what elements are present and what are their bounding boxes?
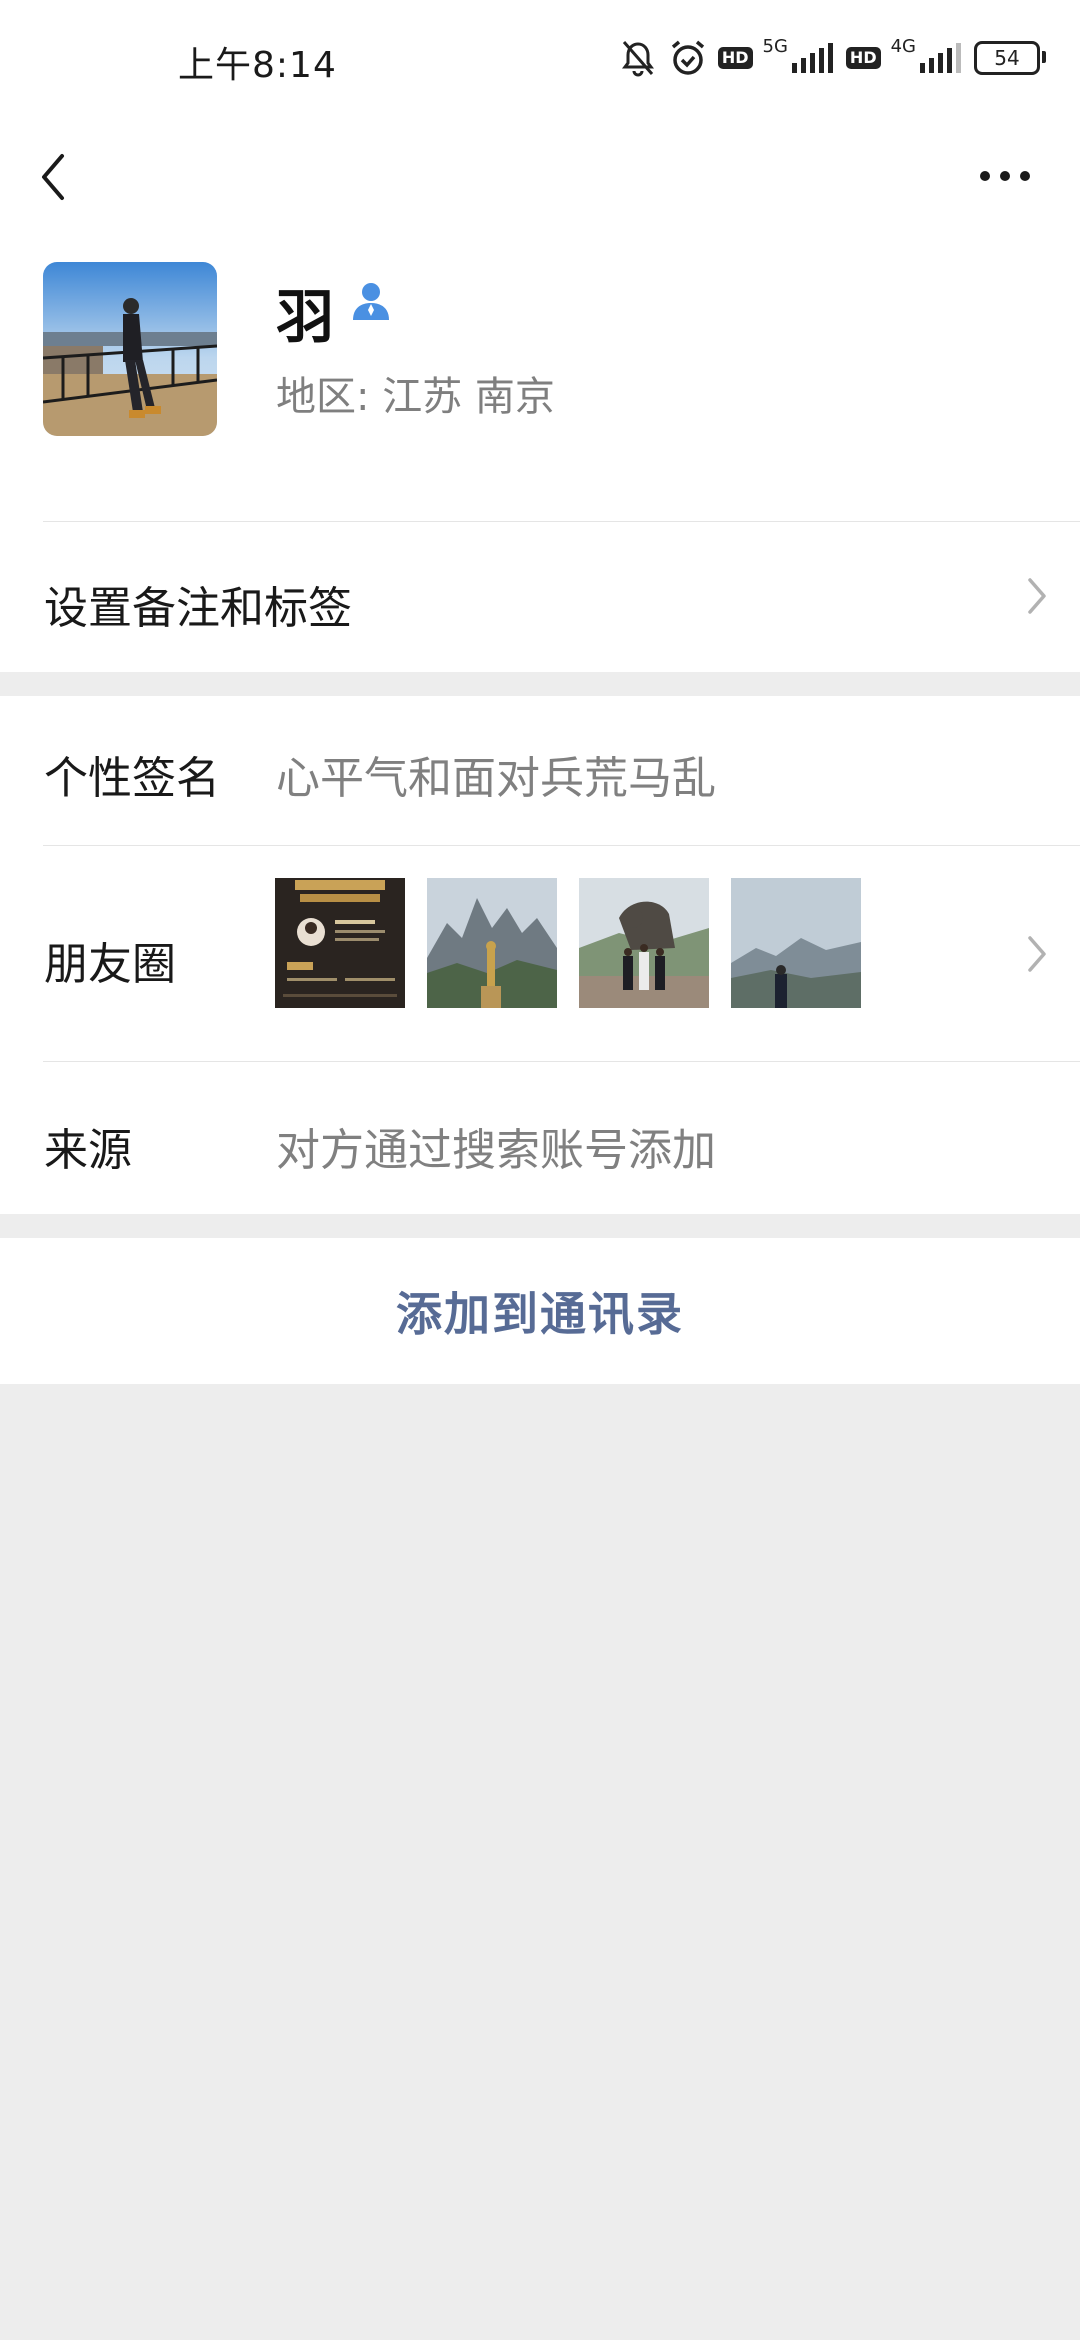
chevron-right-icon: [1028, 936, 1046, 972]
signature-row: 个性签名 心平气和面对兵荒马乱: [0, 696, 1080, 846]
nav-bar: [0, 120, 1080, 230]
moment-thumbnail-mountain-person: [731, 878, 861, 1008]
chevron-left-icon[interactable]: [36, 152, 72, 202]
contact-region: 地区: 江苏 南京: [276, 374, 555, 420]
moments-row[interactable]: 朋友圈: [0, 846, 1080, 1062]
network-5g-label: 5G: [762, 35, 788, 57]
alarm-icon: [671, 40, 704, 75]
network-4g-label: 4G: [890, 35, 916, 57]
remark-tags-label: 设置备注和标签: [44, 583, 352, 634]
signature-label: 个性签名: [44, 753, 220, 804]
more-dots-icon[interactable]: [978, 156, 1032, 196]
avatar[interactable]: [43, 262, 217, 436]
mute-bell-icon: [621, 41, 654, 77]
signature-value: 心平气和面对兵荒马乱: [276, 753, 716, 804]
hd-badge: HD: [717, 47, 753, 69]
add-to-contacts-label: 添加到通讯录: [396, 1287, 684, 1341]
moment-thumbnail-lion-statue-group: [579, 878, 709, 1008]
battery-icon: 54: [974, 41, 1046, 75]
moment-thumbnail-mountain-statue: [427, 878, 557, 1008]
moments-label: 朋友圈: [44, 939, 176, 990]
moment-thumbnail-poster: [275, 878, 405, 1008]
moments-thumbnails: [275, 878, 861, 1008]
status-time: 上午8:14: [178, 45, 337, 86]
contact-name: 羽: [276, 283, 335, 351]
status-bar: 上午8:14 HD 5G HD 4G 54: [0, 0, 1080, 120]
add-to-contacts-button[interactable]: 添加到通讯录: [0, 1238, 1080, 1384]
battery-level: 54: [994, 46, 1020, 70]
signal-icon: [791, 43, 833, 73]
person-badge-icon: [353, 283, 389, 320]
source-label: 来源: [44, 1125, 132, 1176]
remark-tags-row[interactable]: 设置备注和标签: [0, 522, 1080, 672]
source-value: 对方通过搜索账号添加: [276, 1125, 716, 1176]
chevron-right-icon: [1028, 578, 1046, 614]
source-row: 来源 对方通过搜索账号添加: [0, 1062, 1080, 1214]
status-icons: HD 5G HD 4G 54: [618, 30, 1046, 86]
profile-header: 羽 地区: 江苏 南京: [0, 230, 1080, 522]
hd-badge-2: HD: [845, 47, 881, 69]
signal-icon-2: [920, 43, 961, 73]
